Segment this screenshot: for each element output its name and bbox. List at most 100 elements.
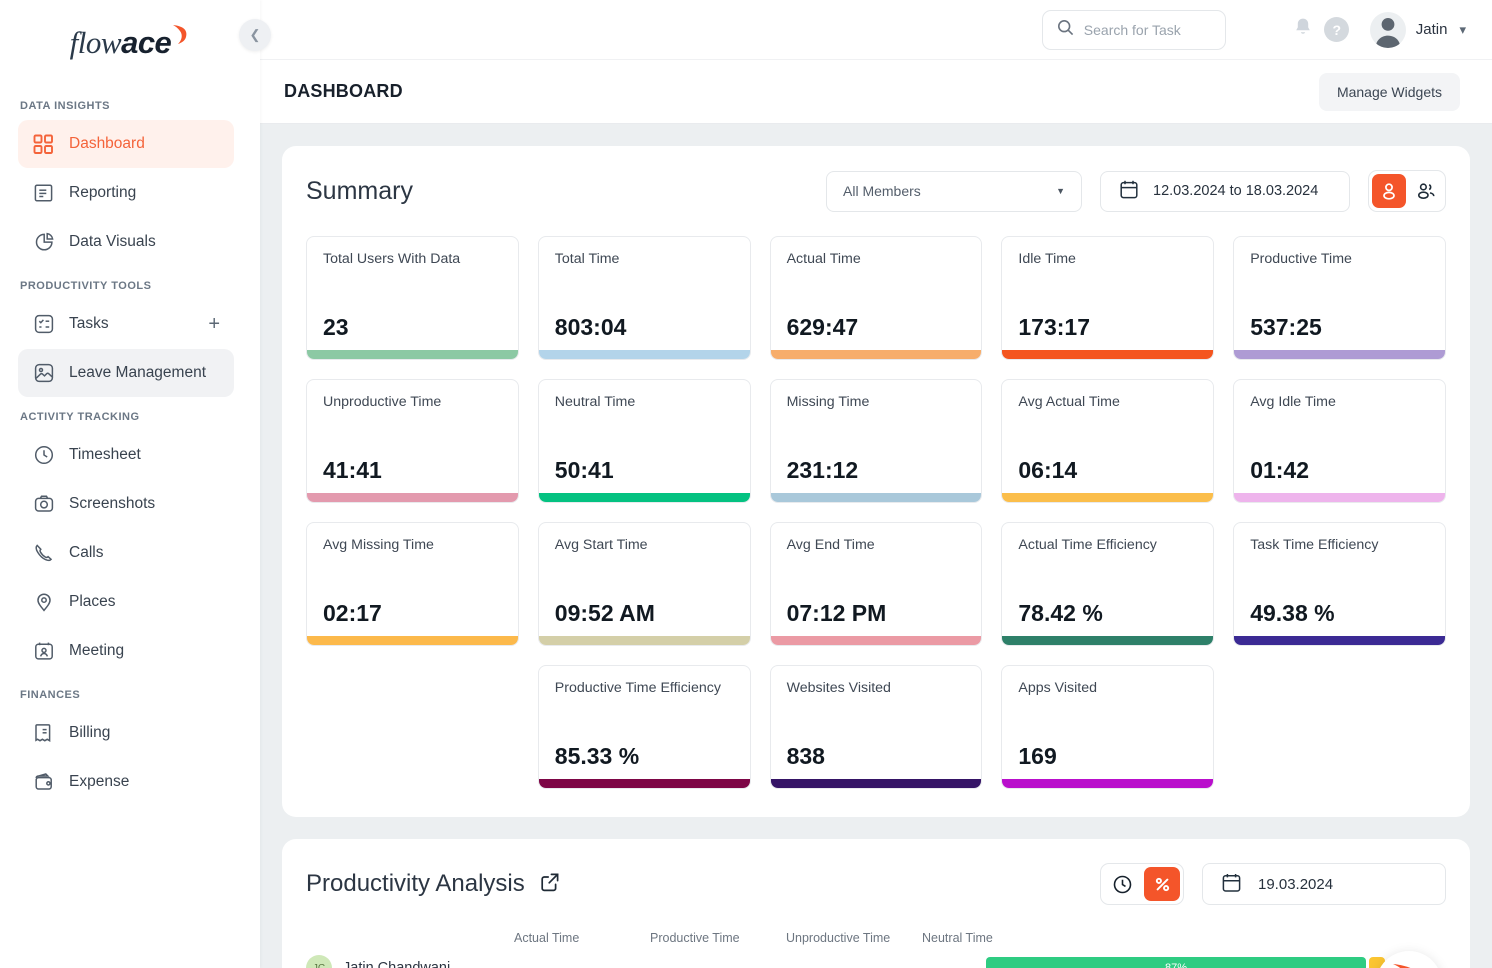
sidebar-item-label: Places: [69, 593, 116, 610]
metric-card-actual-time-efficiency[interactable]: Actual Time Efficiency 78.42 %: [1001, 522, 1215, 646]
add-task-button[interactable]: +: [208, 314, 220, 334]
sidebar-item-label: Screenshots: [69, 495, 156, 512]
member-filter-select[interactable]: All Members ▼: [826, 170, 1082, 212]
metric-card-unproductive-time[interactable]: Unproductive Time 41:41: [306, 379, 519, 503]
metric-card-avg-start-time[interactable]: Avg Start Time 09:52 AM: [537, 522, 751, 646]
floating-brand-button[interactable]: [1376, 951, 1442, 968]
sidebar-item-leave-management[interactable]: Leave Management: [18, 349, 234, 397]
nav-section-data-insights: DATA INSIGHTS: [20, 100, 111, 112]
metric-card-avg-end-time[interactable]: Avg End Time 07:12 PM: [769, 522, 983, 646]
metric-card-productive-time-efficiency[interactable]: Productive Time Efficiency 85.33 %: [537, 665, 751, 789]
metric-card-total-time[interactable]: Total Time 803:04: [537, 236, 751, 360]
search-box[interactable]: [1041, 9, 1226, 50]
brand-swoosh-icon: [1389, 960, 1429, 968]
metric-card-task-time-efficiency[interactable]: Task Time Efficiency 49.38 %: [1233, 522, 1446, 646]
productivity-date-picker[interactable]: 19.03.2024: [1202, 863, 1446, 905]
help-button[interactable]: ?: [1320, 13, 1354, 47]
metric-accent-bar: [1002, 350, 1214, 359]
pie-chart-icon: [32, 231, 55, 254]
metric-card-idle-time[interactable]: Idle Time 173:17: [1001, 236, 1215, 360]
metric-value: 78.42 %: [1018, 600, 1103, 626]
metric-card-apps-visited[interactable]: Apps Visited 169: [1001, 665, 1215, 789]
open-external-button[interactable]: [539, 871, 561, 898]
metric-label: Total Users With Data: [323, 251, 461, 267]
question-mark-icon: ?: [1324, 17, 1350, 42]
sidebar-item-label: Meeting: [69, 642, 125, 659]
checklist-icon: [32, 313, 55, 336]
summary-title: Summary: [306, 176, 413, 205]
metric-label: Avg End Time: [786, 537, 875, 553]
metric-accent-bar: [307, 350, 518, 359]
external-link-icon: [539, 871, 561, 898]
group-users-view-button[interactable]: [1408, 174, 1442, 208]
app-root: flowace DATA INSIGHTS Dashboard Reportin…: [0, 0, 1492, 968]
clock-mode-button[interactable]: [1104, 867, 1140, 901]
productivity-analysis-panel: Productivity Analysis 19.03.2024 Actual …: [282, 839, 1470, 968]
metric-card-missing-time[interactable]: Missing Time 231:12: [769, 379, 983, 503]
sidebar-item-timesheet[interactable]: Timesheet: [18, 431, 234, 479]
avatar[interactable]: [1369, 11, 1406, 48]
productivity-title: Productivity Analysis: [306, 870, 525, 897]
sidebar-item-dashboard[interactable]: Dashboard: [18, 120, 234, 168]
chevron-left-icon: ❮: [249, 27, 261, 42]
metric-value: 85.33 %: [554, 743, 640, 769]
manage-widgets-button[interactable]: Manage Widgets: [1318, 72, 1460, 111]
metric-accent-bar: [538, 493, 750, 502]
brand-logo[interactable]: flowace: [0, 0, 260, 86]
grid-icon: [32, 133, 55, 156]
metric-card-actual-time[interactable]: Actual Time 629:47: [769, 236, 983, 360]
metric-card-websites-visited[interactable]: Websites Visited 838: [769, 665, 983, 789]
sidebar-item-billing[interactable]: Billing: [18, 709, 234, 757]
sidebar-item-label: Data Visuals: [69, 233, 156, 250]
metric-card-avg-missing-time[interactable]: Avg Missing Time 02:17: [306, 522, 519, 646]
metric-card-avg-actual-time[interactable]: Avg Actual Time 06:14: [1001, 379, 1215, 503]
metric-label: Unproductive Time: [323, 394, 442, 410]
metric-value: 169: [1018, 743, 1057, 769]
metric-value: 803:04: [554, 314, 627, 340]
sidebar-item-data-visuals[interactable]: Data Visuals: [18, 218, 234, 266]
percent-mode-button[interactable]: [1144, 867, 1180, 901]
page-title: DASHBOARD: [284, 81, 403, 101]
notifications-button[interactable]: [1286, 13, 1320, 47]
content-scroll: Summary All Members ▼ 12.03.2024 to 18.0…: [260, 124, 1492, 968]
sidebar-item-places[interactable]: Places: [18, 578, 234, 626]
metric-label: Avg Missing Time: [323, 537, 434, 553]
sidebar-item-reporting[interactable]: Reporting: [18, 169, 234, 217]
sidebar-collapse-button[interactable]: ❮: [239, 19, 271, 51]
avatar: JC: [306, 955, 332, 968]
sidebar-item-calls[interactable]: Calls: [18, 529, 234, 577]
clock-icon: [32, 444, 55, 467]
metric-card-total-users-with-data[interactable]: Total Users With Data 23: [306, 236, 519, 360]
productivity-user: JC Jatin Chandwani: [306, 955, 514, 968]
date-range-picker[interactable]: 12.03.2024 to 18.03.2024: [1100, 170, 1350, 212]
sidebar-item-tasks[interactable]: Tasks +: [18, 300, 234, 348]
metric-accent-bar: [538, 636, 750, 645]
sidebar-item-expense[interactable]: Expense: [18, 758, 234, 806]
single-user-view-button[interactable]: [1372, 174, 1406, 208]
metric-accent-bar: [538, 779, 750, 788]
productivity-mode-toggle: [1100, 863, 1184, 905]
sidebar-item-label: Reporting: [69, 184, 137, 201]
nav-section-activity-tracking: ACTIVITY TRACKING: [20, 411, 140, 423]
top-bar: ? Jatin ▾: [260, 0, 1492, 60]
metric-label: Actual Time Efficiency: [1018, 537, 1157, 553]
metric-value: 07:12 PM: [786, 600, 887, 626]
metric-accent-bar: [1234, 636, 1445, 645]
metric-card-avg-idle-time[interactable]: Avg Idle Time 01:42: [1233, 379, 1446, 503]
search-input[interactable]: [1083, 21, 1204, 38]
sidebar-item-screenshots[interactable]: Screenshots: [18, 480, 234, 528]
metric-label: Idle Time: [1018, 251, 1076, 267]
nav-section-finances: FINANCES: [20, 689, 81, 701]
sidebar-item-label: Tasks: [69, 315, 109, 332]
metric-card-productive-time[interactable]: Productive Time 537:25: [1233, 236, 1446, 360]
metric-card-neutral-time[interactable]: Neutral Time 50:41: [537, 379, 751, 503]
sidebar-item-meeting[interactable]: Meeting: [18, 627, 234, 675]
nav-section-productivity-tools: PRODUCTIVITY TOOLS: [20, 280, 152, 292]
metric-label: Missing Time: [786, 394, 870, 410]
chevron-down-icon[interactable]: ▾: [1459, 22, 1466, 38]
metric-value: 49.38 %: [1250, 600, 1335, 626]
productivity-row[interactable]: JC Jatin Chandwani 87%: [306, 955, 1446, 968]
metric-value: 09:52 AM: [554, 600, 655, 626]
metric-accent-bar: [770, 636, 982, 645]
metric-value: 173:17: [1018, 314, 1091, 340]
